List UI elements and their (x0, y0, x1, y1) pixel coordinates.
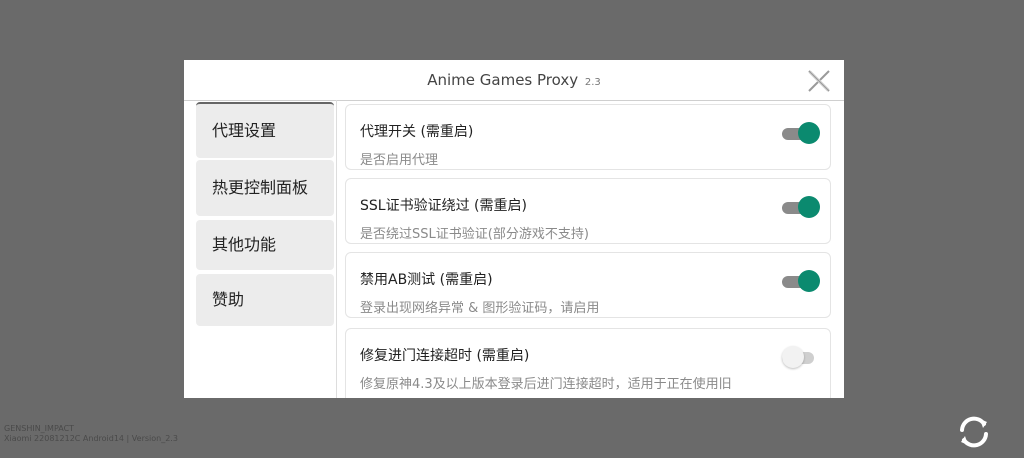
setting-title: SSL证书验证绕过 (需重启) (360, 198, 527, 214)
sidebar-item-other-features[interactable]: 其他功能 (196, 220, 334, 270)
sidebar-item-proxy-settings[interactable]: 代理设置 (196, 102, 334, 158)
ssl-bypass-toggle[interactable] (782, 195, 820, 219)
setting-title: 修复进门连接超时 (需重启) (360, 348, 530, 364)
sidebar: 代理设置 热更控制面板 其他功能 赞助 (194, 100, 336, 398)
close-button[interactable] (806, 68, 832, 94)
setting-description: 是否启用代理 (360, 153, 439, 168)
refresh-button[interactable] (954, 412, 994, 452)
setting-card-disable-ab-test: 禁用AB测试 (需重启) 登录出现网络异常 & 图形验证码，请启用 (345, 252, 831, 318)
sidebar-item-label: 热更控制面板 (212, 178, 309, 197)
refresh-icon (960, 416, 988, 448)
setting-card-ssl-bypass: SSL证书验证绕过 (需重启) 是否绕过SSL证书验证(部分游戏不支持) (345, 178, 831, 244)
settings-panel: 代理开关 (需重启) 是否启用代理 SSL证书验证绕过 (需重启) 是否绕过SS… (336, 100, 844, 398)
dialog-version: 2.3 (584, 77, 601, 88)
setting-title: 禁用AB测试 (需重启) (360, 272, 493, 288)
dialog-header: Anime Games Proxy 2.3 (184, 60, 844, 101)
proxy-switch-toggle[interactable] (782, 121, 820, 145)
disable-ab-test-toggle[interactable] (782, 269, 820, 293)
sidebar-item-label: 其他功能 (212, 235, 277, 254)
game-name: GENSHIN_IMPACT (4, 424, 75, 433)
sidebar-item-sponsor[interactable]: 赞助 (196, 274, 334, 326)
setting-card-fix-door-timeout: 修复进门连接超时 (需重启) 修复原神4.3及以上版本登录后进门连接超时，适用于… (345, 328, 831, 398)
dialog-title: Anime Games Proxy (427, 71, 579, 89)
sidebar-item-label: 代理设置 (212, 121, 277, 140)
device-info: GENSHIN_IMPACT Xiaomi 22081212C Android1… (4, 424, 178, 444)
setting-card-proxy-switch: 代理开关 (需重启) 是否启用代理 (345, 104, 831, 170)
proxy-dialog: Anime Games Proxy 2.3 代理设置 热更控制面板 其他功能 赞… (184, 60, 844, 398)
setting-description: 登录出现网络异常 & 图形验证码，请启用 (360, 301, 600, 316)
sidebar-item-label: 赞助 (212, 290, 245, 309)
sidebar-item-hotupdate-panel[interactable]: 热更控制面板 (196, 160, 334, 216)
setting-description: 修复原神4.3及以上版本登录后进门连接超时，适用于正在使用旧 (360, 377, 732, 392)
setting-title: 代理开关 (需重启) (360, 124, 474, 140)
fix-door-timeout-toggle[interactable] (782, 345, 818, 369)
setting-description: 是否绕过SSL证书验证(部分游戏不支持) (360, 227, 589, 242)
device-version: Xiaomi 22081212C Android14 | Version_2.3 (4, 434, 178, 443)
close-icon (808, 70, 830, 92)
